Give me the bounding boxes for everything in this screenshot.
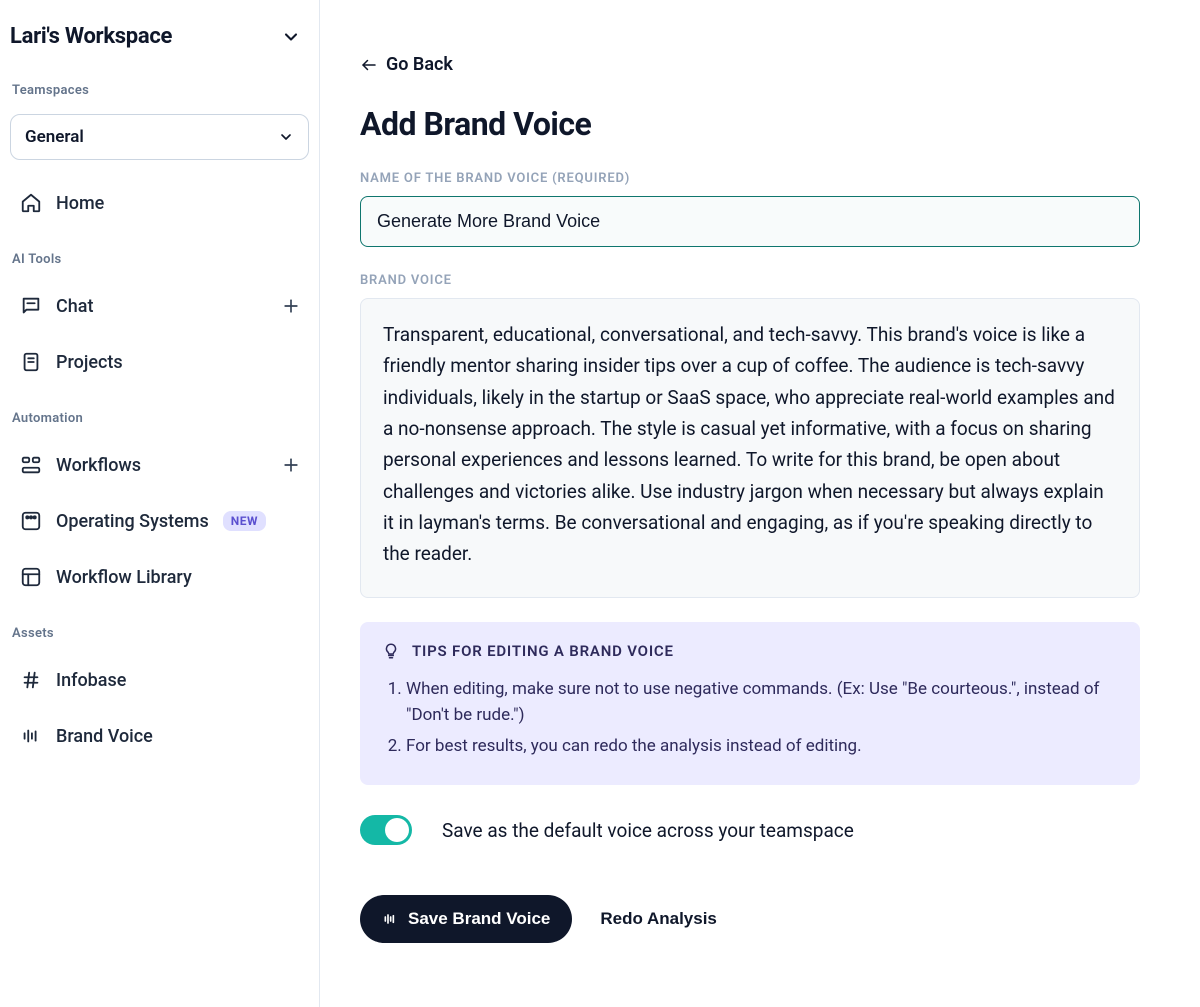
home-icon (20, 192, 42, 214)
new-badge: NEW (223, 511, 266, 531)
operating-systems-icon (20, 510, 42, 532)
chat-icon (20, 295, 42, 317)
redo-button-label: Redo Analysis (600, 909, 717, 928)
toggle-knob (385, 818, 409, 842)
page-title: Add Brand Voice (360, 105, 1140, 143)
hash-icon (20, 669, 42, 691)
sidebar-item-label: Operating Systems (56, 511, 209, 532)
voice-bars-icon (382, 911, 398, 927)
sidebar-item-label: Workflows (56, 455, 141, 476)
sidebar-item-home[interactable]: Home (10, 180, 309, 226)
sidebar-item-label: Brand Voice (56, 726, 153, 747)
sidebar-item-label: Workflow Library (56, 567, 192, 588)
workflows-icon (20, 454, 42, 476)
section-label-automation: Automation (10, 411, 309, 426)
sidebar-item-label: Projects (56, 352, 123, 373)
sidebar-item-infobase[interactable]: Infobase (10, 657, 309, 703)
projects-icon (20, 351, 42, 373)
voice-field-label: BRAND VOICE (360, 273, 1140, 288)
main-content: Go Back Add Brand Voice NAME OF THE BRAN… (320, 0, 1200, 1007)
brand-voice-textarea[interactable] (360, 298, 1140, 598)
chevron-down-icon (281, 27, 301, 47)
redo-analysis-button[interactable]: Redo Analysis (600, 909, 717, 929)
teamspace-selected: General (25, 127, 84, 147)
sidebar-item-workflow-library[interactable]: Workflow Library (10, 554, 309, 600)
default-voice-toggle-label: Save as the default voice across your te… (442, 819, 854, 842)
save-button-label: Save Brand Voice (408, 909, 550, 929)
workspace-switcher[interactable]: Lari's Workspace (10, 24, 309, 57)
go-back-button[interactable]: Go Back (360, 54, 453, 75)
sidebar-item-workflows[interactable]: Workflows (10, 442, 281, 488)
tip-item: When editing, make sure not to use negat… (406, 676, 1118, 729)
tips-title: TIPS FOR EDITING A BRAND VOICE (412, 642, 674, 660)
library-icon (20, 566, 42, 588)
sidebar-item-label: Home (56, 193, 104, 214)
sidebar-item-brand-voice[interactable]: Brand Voice (10, 713, 309, 759)
sidebar-item-operating-systems[interactable]: Operating Systems NEW (10, 498, 309, 544)
teamspace-select[interactable]: General (10, 114, 309, 160)
sidebar-item-label: Chat (56, 296, 93, 317)
tips-card: TIPS FOR EDITING A BRAND VOICE When edit… (360, 622, 1140, 785)
action-buttons: Save Brand Voice Redo Analysis (360, 895, 1140, 943)
section-label-teamspaces: Teamspaces (10, 83, 309, 98)
arrow-left-icon (360, 56, 378, 74)
lightbulb-icon (382, 642, 400, 660)
sidebar-item-projects[interactable]: Projects (10, 339, 309, 385)
section-label-assets: Assets (10, 626, 309, 641)
voice-bars-icon (20, 725, 42, 747)
add-workflow-button[interactable] (281, 455, 309, 475)
go-back-label: Go Back (386, 54, 453, 75)
sidebar-item-label: Infobase (56, 670, 126, 691)
chevron-down-icon (278, 129, 294, 145)
sidebar: Lari's Workspace Teamspaces General Home… (0, 0, 320, 1007)
tips-header: TIPS FOR EDITING A BRAND VOICE (382, 642, 1118, 660)
section-label-ai-tools: AI Tools (10, 252, 309, 267)
brand-voice-name-input[interactable] (360, 196, 1140, 247)
add-chat-button[interactable] (281, 296, 309, 316)
save-brand-voice-button[interactable]: Save Brand Voice (360, 895, 572, 943)
sidebar-item-chat[interactable]: Chat (10, 283, 281, 329)
workspace-title: Lari's Workspace (10, 24, 172, 49)
default-voice-toggle-row: Save as the default voice across your te… (360, 815, 1140, 845)
name-field-label: NAME OF THE BRAND VOICE (REQUIRED) (360, 171, 1140, 186)
tip-item: For best results, you can redo the analy… (406, 733, 1118, 759)
default-voice-toggle[interactable] (360, 815, 412, 845)
tips-list: When editing, make sure not to use negat… (382, 676, 1118, 759)
